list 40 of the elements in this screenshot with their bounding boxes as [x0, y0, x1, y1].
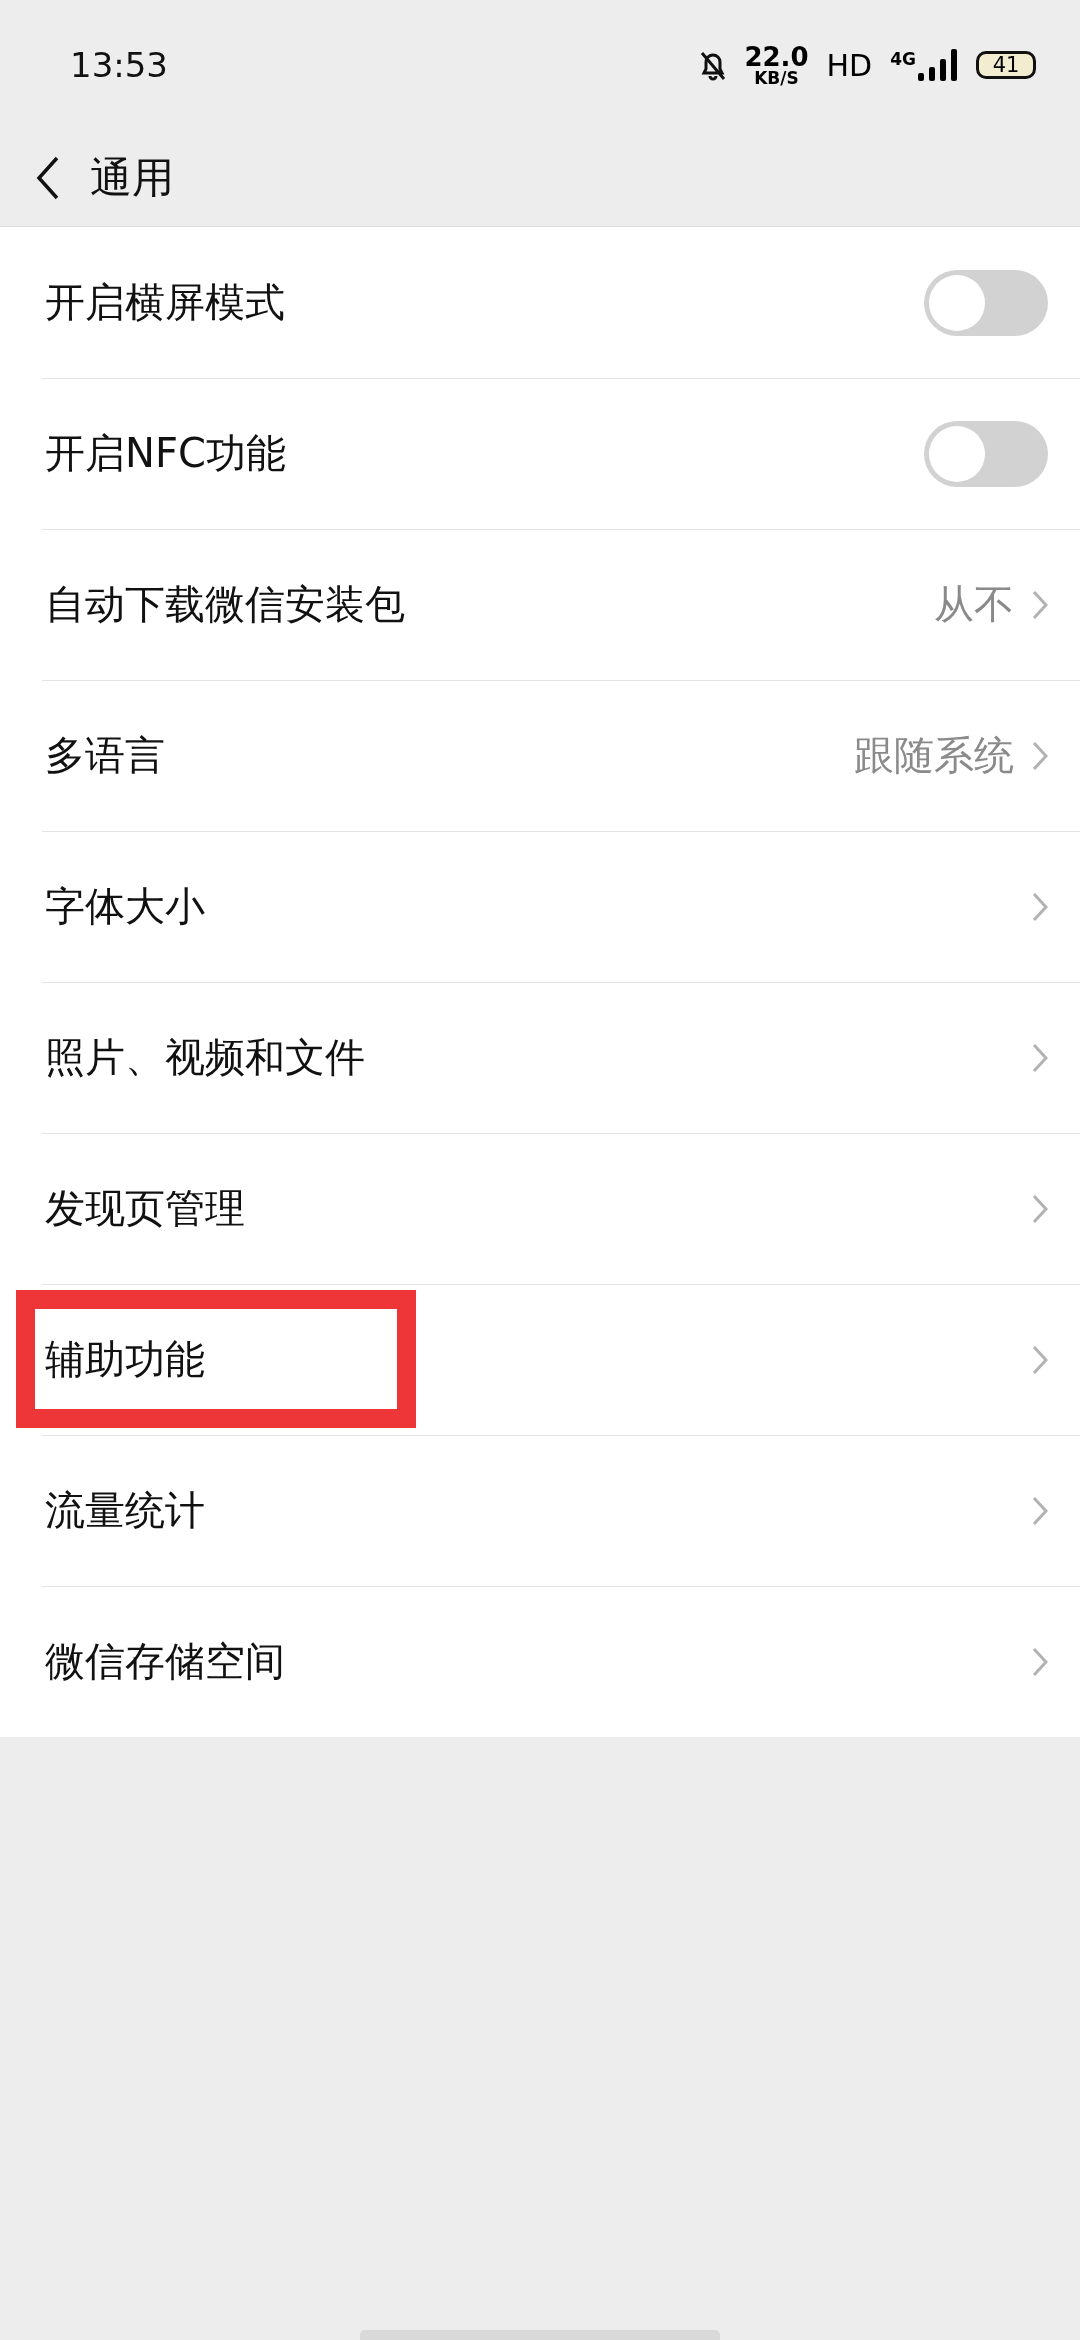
item-label: 开启NFC功能	[45, 429, 286, 478]
item-label: 发现页管理	[45, 1184, 245, 1233]
chevron-icon	[1032, 1042, 1048, 1073]
signal-icon	[918, 49, 958, 81]
item-label: 流量统计	[45, 1486, 205, 1535]
hd-indicator: HD	[826, 47, 873, 83]
network-type: 4G	[890, 49, 916, 69]
settings-item[interactable]: 发现页管理	[0, 1133, 1080, 1284]
item-value: 跟随系统	[854, 731, 1014, 780]
chevron-icon	[1032, 740, 1048, 771]
network-speed: 22.0	[744, 43, 809, 70]
chevron-icon	[1032, 1193, 1048, 1224]
battery-level: 41	[976, 51, 1036, 79]
settings-item[interactable]: 照片、视频和文件	[0, 982, 1080, 1133]
item-label: 照片、视频和文件	[45, 1033, 365, 1082]
item-value: 从不	[934, 580, 1014, 629]
settings-item[interactable]: 流量统计	[0, 1435, 1080, 1586]
chevron-icon	[1032, 891, 1048, 922]
item-label: 字体大小	[45, 882, 205, 931]
chevron-icon	[1032, 1344, 1048, 1375]
chevron-icon	[1032, 1646, 1048, 1677]
bell-off-icon	[700, 49, 727, 81]
item-label: 辅助功能	[45, 1335, 205, 1384]
page-title: 通用	[90, 152, 174, 204]
item-label: 开启横屏模式	[45, 278, 285, 327]
item-label: 自动下载微信安装包	[45, 580, 405, 629]
settings-item[interactable]: 微信存储空间	[0, 1586, 1080, 1737]
speed-unit: KB/S	[754, 69, 799, 87]
item-label: 微信存储空间	[45, 1637, 285, 1686]
item-label: 多语言	[45, 731, 165, 780]
settings-item[interactable]: 辅助功能	[0, 1284, 1080, 1435]
settings-item[interactable]: 多语言 跟随系统	[0, 680, 1080, 831]
chevron-icon	[1032, 1495, 1048, 1526]
settings-item[interactable]: 字体大小	[0, 831, 1080, 982]
settings-item[interactable]: 开启横屏模式	[0, 227, 1080, 378]
back-icon[interactable]	[36, 156, 60, 200]
settings-item[interactable]: 开启NFC功能	[0, 378, 1080, 529]
status-time: 13:53	[70, 45, 168, 85]
chevron-icon	[1032, 589, 1048, 620]
settings-item[interactable]: 自动下载微信安装包 从不	[0, 529, 1080, 680]
